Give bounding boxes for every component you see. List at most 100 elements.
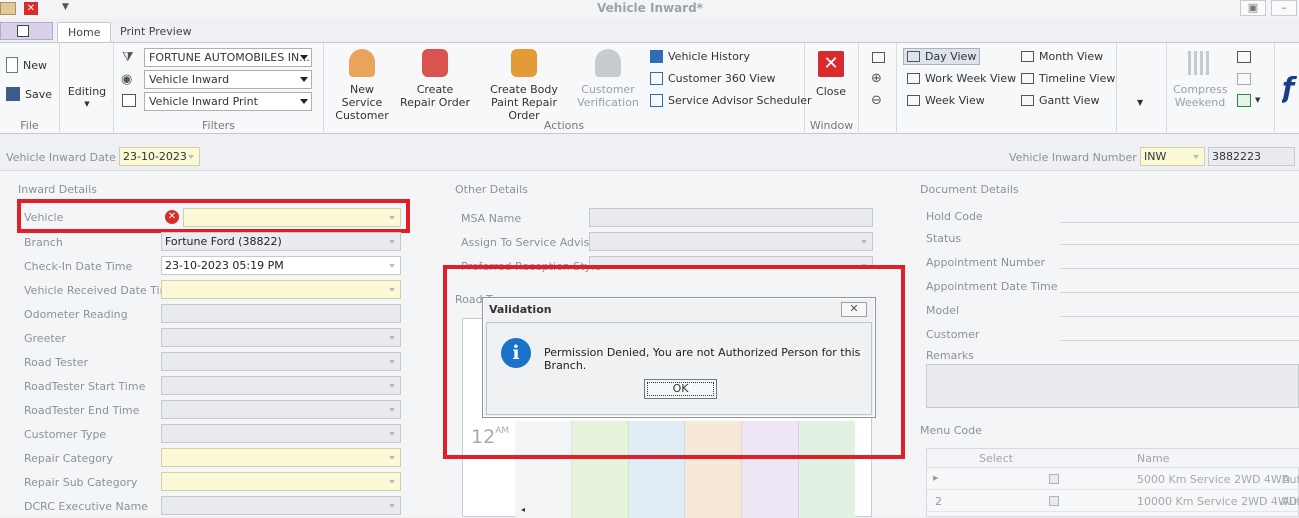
menu-code-heading: Menu Code <box>920 424 982 437</box>
received-label: Vehicle Received Date Time <box>24 284 178 297</box>
gantt-view-button[interactable]: Gantt View <box>1021 94 1099 107</box>
info-icon: i <box>501 338 531 368</box>
actions-group-label: Actions <box>543 119 585 132</box>
greeter-label: Greeter <box>24 332 66 345</box>
table-row[interactable]: ▶ 5000 Km Service 2WD 4WD Aut <box>927 469 1299 490</box>
new-button[interactable]: New <box>6 57 47 73</box>
minimize-button[interactable]: – <box>1271 0 1297 16</box>
scheduler-scroll-left-icon[interactable]: ◂ <box>521 505 525 514</box>
options-icon-3[interactable] <box>1237 94 1251 107</box>
close-document-icon[interactable]: ✕ <box>24 2 38 15</box>
service-advisor-scheduler-button[interactable]: Service Advisor Scheduler <box>650 94 812 107</box>
compress-weekend-button[interactable]: Compress Weekend <box>1173 51 1228 109</box>
save-icon <box>6 87 20 101</box>
file-group-label: File <box>20 119 39 132</box>
title-bar: ✕ ▼ Vehicle Inward* ▣ – <box>0 0 1299 18</box>
table-row[interactable]: 2 10000 Km Service 2WD 4WD Aut <box>927 491 1299 512</box>
week-view-button[interactable]: Week View <box>907 94 985 107</box>
remarks-field[interactable] <box>926 364 1299 408</box>
road-tester-field[interactable] <box>161 352 401 371</box>
row-number: 2 <box>935 495 942 508</box>
close-button[interactable]: ✕ Close <box>813 51 849 98</box>
new-service-customer-button[interactable]: New Service Customer <box>328 49 396 122</box>
day-view-button[interactable]: Day View <box>903 48 981 65</box>
work-week-view-button[interactable]: Work Week View <box>907 72 1016 85</box>
scheduler-icon <box>650 94 663 107</box>
select-column-header[interactable]: Select <box>979 452 1013 465</box>
dialog-body: i Permission Denied, You are not Authori… <box>486 322 872 415</box>
model-label: Model <box>926 304 960 317</box>
odometer-field[interactable] <box>161 304 401 323</box>
ok-button[interactable]: OK <box>644 379 717 399</box>
rt-start-label: RoadTester Start Time <box>24 380 146 393</box>
document-details-heading: Document Details <box>920 183 1019 196</box>
remarks-label: Remarks <box>926 349 974 362</box>
month-view-button[interactable]: Month View <box>1021 50 1103 63</box>
views-group: Day View Work Week View Week View Month … <box>897 43 1117 134</box>
create-repair-order-button[interactable]: Create Repair Order <box>400 49 470 109</box>
app-button-icon <box>17 25 29 37</box>
create-body-paint-button[interactable]: Create Body Paint Repair Order <box>474 49 574 122</box>
more-dropdown-icon[interactable]: ▼ <box>1137 98 1143 107</box>
checkin-field[interactable]: 23-10-2023 05:19 PM <box>161 256 401 275</box>
inward-date-field[interactable]: 23-10-2023 <box>119 147 200 166</box>
editing-button[interactable]: Editing ▼ <box>66 85 108 111</box>
repair-sub-category-field[interactable] <box>161 472 401 491</box>
dialog-title: Validation <box>489 303 552 316</box>
rt-end-field[interactable] <box>161 400 401 419</box>
rt-start-field[interactable] <box>161 376 401 395</box>
customer-type-label: Customer Type <box>24 428 107 441</box>
restore-window-button[interactable]: ▣ <box>1240 0 1266 16</box>
branch-field[interactable]: Fortune Ford (38822) <box>161 232 401 251</box>
save-button[interactable]: Save <box>6 87 52 101</box>
road-tester-label: Road Tester <box>24 356 89 369</box>
zoom-out-icon[interactable]: ⊖ <box>871 93 882 108</box>
repair-category-field[interactable] <box>161 448 401 467</box>
calendar-grid-icon[interactable] <box>872 52 885 63</box>
painter-icon <box>511 49 537 77</box>
app-menu-icon[interactable] <box>0 2 16 15</box>
dcrc-field[interactable] <box>161 496 401 515</box>
timeline-view-button[interactable]: Timeline View <box>1021 72 1115 85</box>
select-checkbox[interactable] <box>1049 474 1059 484</box>
greeter-field[interactable] <box>161 328 401 347</box>
options-icon-2[interactable] <box>1237 73 1251 85</box>
new-label: New <box>23 58 47 72</box>
customer-verification-button[interactable]: Customer Verification <box>576 49 640 109</box>
app-button[interactable] <box>0 22 53 40</box>
inward-prefix-field[interactable]: INW <box>1140 147 1205 166</box>
row-name: 5000 Km Service 2WD 4WD <box>1137 473 1291 486</box>
name-column-header[interactable]: Name <box>1137 452 1170 465</box>
print-combo[interactable]: Vehicle Inward Print <box>144 92 312 111</box>
ribbon: New Save File Editing ▼ ⧩ FORTUNE AUTOMO… <box>0 42 1299 134</box>
branch-label: Branch <box>24 236 63 249</box>
print-icon <box>122 94 136 107</box>
vehicle-history-icon <box>650 50 663 63</box>
row-extra: Aut <box>1282 473 1299 486</box>
options-dropdown-icon[interactable]: ▼ <box>1255 96 1260 104</box>
received-field[interactable] <box>161 280 401 299</box>
tab-print-preview[interactable]: Print Preview <box>110 22 202 44</box>
other-details-heading: Other Details <box>455 183 528 196</box>
msa-field[interactable] <box>589 208 873 227</box>
hold-code-label: Hold Code <box>926 210 983 223</box>
menu-code-grid[interactable]: Select Name ▶ 5000 Km Service 2WD 4WD Au… <box>926 448 1299 517</box>
customer-line <box>1060 340 1299 341</box>
vehicle-history-button[interactable]: Vehicle History <box>650 50 750 63</box>
inward-number-field[interactable]: 3882223 <box>1208 147 1295 166</box>
inward-number-label: Vehicle Inward Number <box>1009 151 1137 164</box>
customer-type-field[interactable] <box>161 424 401 443</box>
view-combo[interactable]: Vehicle Inward <box>144 70 312 89</box>
assign-field[interactable] <box>589 232 873 251</box>
qat-dropdown-icon[interactable]: ▼ <box>62 2 69 12</box>
vehicle-highlight-box <box>17 199 410 233</box>
dialog-close-button[interactable]: ✕ <box>841 302 867 317</box>
select-checkbox[interactable] <box>1049 496 1059 506</box>
dealer-combo[interactable]: FORTUNE AUTOMOBILES IN... <box>144 48 312 67</box>
customer-360-button[interactable]: Customer 360 View <box>650 72 776 85</box>
view-eye-icon: ◉ <box>121 72 133 87</box>
options-icon-1[interactable] <box>1237 51 1251 63</box>
repair-sub-category-label: Repair Sub Category <box>24 476 138 489</box>
zoom-in-icon[interactable]: ⊕ <box>871 71 882 86</box>
tab-home[interactable]: Home <box>57 22 112 44</box>
